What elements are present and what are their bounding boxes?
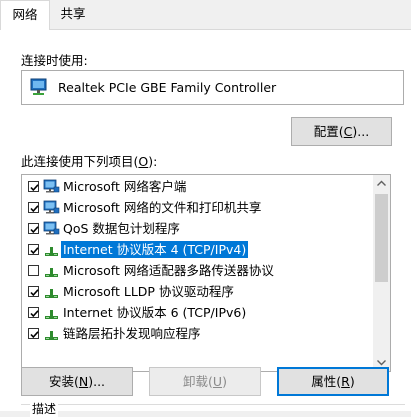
items-label-shortcut: O	[138, 154, 149, 169]
uninstall-button-label: 卸载	[183, 374, 209, 389]
install-button-suffix: ...	[93, 374, 106, 389]
component-checkbox[interactable]	[28, 244, 39, 255]
list-item[interactable]: Microsoft LLDP 协议驱动程序	[22, 281, 374, 302]
protocol-icon	[43, 304, 60, 321]
properties-button[interactable]: 属性(R)	[277, 367, 389, 396]
tab-strip: 网络 共享	[0, 0, 411, 30]
items-label-text: 此连接使用下列项目	[21, 154, 134, 169]
component-checkbox[interactable]	[28, 307, 39, 318]
component-label: Microsoft 网络客户端	[63, 179, 187, 194]
networking-page: 连接时使用: Realtek PCIe GBE Family Controlle…	[0, 30, 411, 417]
component-label: Microsoft 网络的文件和打印机共享	[63, 200, 262, 215]
protocol-icon	[43, 262, 60, 279]
uninstall-button[interactable]: 卸载(U)	[149, 367, 261, 396]
list-item[interactable]: Microsoft 网络的文件和打印机共享	[22, 197, 374, 218]
items-label: 此连接使用下列项目(O):	[21, 154, 158, 169]
network-client-icon	[43, 178, 60, 195]
adapter-field: Realtek PCIe GBE Family Controller	[21, 70, 404, 105]
scroll-thumb[interactable]	[375, 194, 388, 282]
tab-sharing[interactable]: 共享	[53, 0, 93, 29]
component-label: 链路层拓扑发现响应程序	[63, 326, 201, 341]
description-label: 描述	[30, 400, 59, 417]
properties-button-label: 属性	[311, 374, 337, 389]
connect-using-label: 连接时使用:	[21, 53, 88, 68]
component-checkbox[interactable]	[28, 286, 39, 297]
list-item[interactable]: 链路层拓扑发现响应程序	[22, 323, 374, 344]
list-item[interactable]: QoS 数据包计划程序	[22, 218, 374, 239]
network-adapter-icon	[29, 78, 49, 101]
adapter-name: Realtek PCIe GBE Family Controller	[58, 80, 277, 95]
uninstall-button-shortcut: U	[212, 374, 223, 389]
component-label: QoS 数据包计划程序	[63, 221, 180, 236]
configure-button[interactable]: 配置(C)...	[291, 117, 392, 146]
component-checkbox[interactable]	[28, 223, 39, 234]
configure-button-shortcut: C	[343, 124, 353, 139]
configure-button-suffix: ...	[357, 124, 370, 139]
network-client-icon	[43, 220, 60, 237]
protocol-icon	[43, 325, 60, 342]
list-item[interactable]: Microsoft 网络客户端	[22, 176, 374, 197]
items-label-suffix: :	[153, 154, 158, 169]
component-checkbox[interactable]	[28, 181, 39, 192]
install-button-label: 安装	[48, 374, 74, 389]
list-item[interactable]: Internet 协议版本 6 (TCP/IPv6)	[22, 302, 374, 323]
component-checkbox[interactable]	[28, 202, 39, 213]
components-list[interactable]: Microsoft 网络客户端 Microsoft 网络的文件和打印机共享 QoS …	[21, 174, 391, 372]
component-label: Internet 协议版本 6 (TCP/IPv6)	[63, 305, 247, 320]
list-item[interactable]: Internet 协议版本 4 (TCP/IPv4)	[22, 239, 374, 260]
list-scrollbar[interactable]	[373, 175, 390, 371]
protocol-icon	[43, 283, 60, 300]
scroll-up-arrow-icon[interactable]	[373, 175, 390, 192]
install-button[interactable]: 安装(N)...	[21, 367, 133, 396]
list-item[interactable]: Microsoft 网络适配器多路传送器协议	[22, 260, 374, 281]
component-label: Microsoft 网络适配器多路传送器协议	[63, 263, 274, 278]
description-group-border	[21, 404, 405, 405]
network-client-icon	[43, 199, 60, 216]
tab-networking[interactable]: 网络	[0, 0, 50, 30]
protocol-icon	[43, 241, 60, 258]
install-button-shortcut: N	[78, 374, 89, 389]
configure-button-label: 配置	[313, 124, 339, 139]
component-checkbox[interactable]	[28, 328, 39, 339]
component-label: Microsoft LLDP 协议驱动程序	[63, 284, 234, 299]
properties-button-shortcut: R	[341, 374, 350, 389]
component-label: Internet 协议版本 4 (TCP/IPv4)	[61, 241, 249, 258]
component-checkbox[interactable]	[28, 265, 39, 276]
